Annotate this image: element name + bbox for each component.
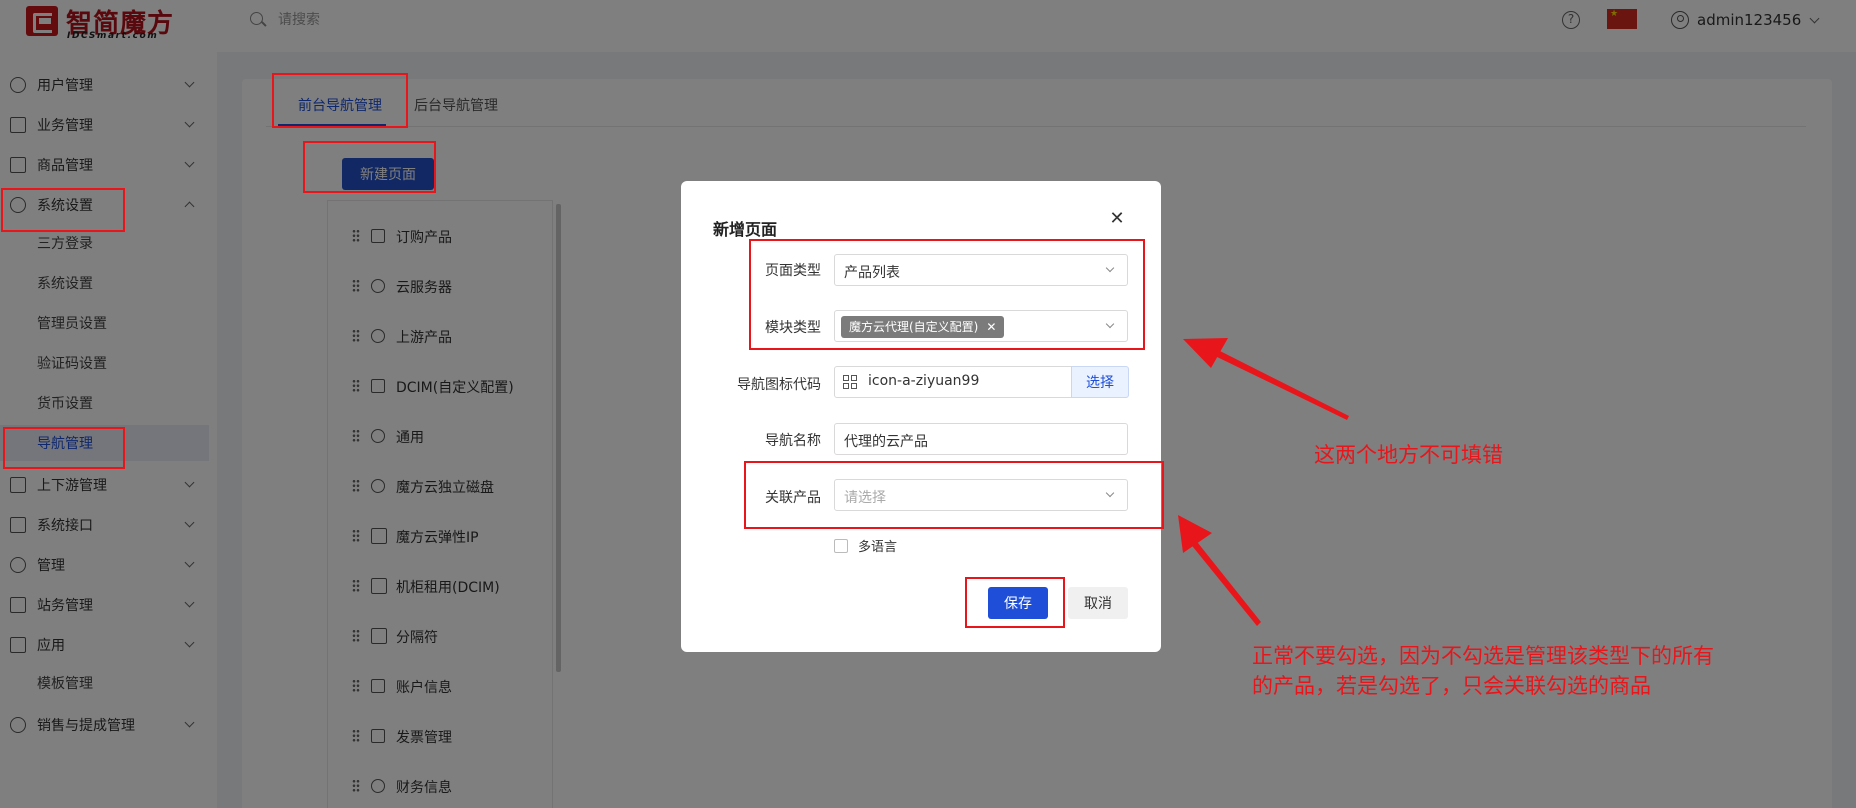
nav-icon-field[interactable]: icon-a-ziyuan99 选择: [834, 366, 1129, 398]
multi-language-label: 多语言: [858, 540, 898, 555]
annotation-box-related-product: [744, 461, 1164, 529]
nav-name-label: 导航名称: [765, 433, 821, 449]
multi-language-checkbox[interactable]: [834, 539, 848, 553]
annotation-box-new-button: [303, 141, 436, 193]
grid-icon: [843, 375, 857, 389]
dialog-title: 新增页面: [713, 220, 778, 239]
annotation-box-type-fields: [749, 239, 1145, 350]
select-icon-button[interactable]: 选择: [1071, 366, 1129, 398]
nav-name-input[interactable]: 代理的云产品: [834, 423, 1128, 455]
annotation-note-2-line-2: 的产品，若是勾选了，只会关联勾选的商品: [1252, 674, 1651, 698]
nav-icon-label: 导航图标代码: [737, 377, 821, 393]
cancel-button[interactable]: 取消: [1068, 587, 1128, 619]
nav-name-value: 代理的云产品: [844, 434, 928, 450]
annotation-note-2-line-1: 正常不要勾选，因为不勾选是管理该类型下的所有: [1252, 644, 1714, 668]
annotation-box-save: [965, 577, 1065, 628]
annotation-box-system-settings: [1, 188, 125, 232]
close-icon[interactable]: ✕: [1107, 209, 1127, 229]
annotation-box-tab: [272, 73, 408, 128]
annotation-note-1: 这两个地方不可填错: [1314, 443, 1503, 467]
annotation-box-nav-management: [3, 427, 125, 469]
nav-icon-value: icon-a-ziyuan99: [868, 373, 980, 389]
